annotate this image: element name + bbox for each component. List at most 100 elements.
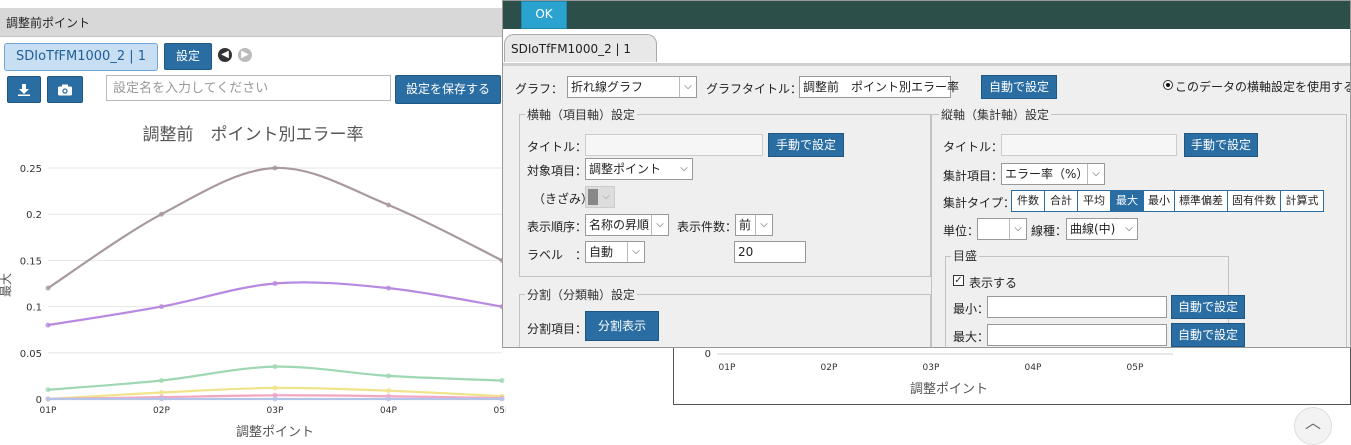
back-arrow-icon[interactable]: ◀ bbox=[218, 48, 232, 62]
modal-data-tab[interactable]: SDIoTfFM1000_2 | 1 bbox=[504, 34, 657, 62]
y-tick-label: 0.05 bbox=[20, 349, 42, 360]
x-interval-label: （きざみ） bbox=[533, 192, 594, 206]
x-interval-select[interactable]: ⌵ bbox=[585, 186, 615, 208]
x-order-select[interactable]: 名称の昇順 ⌵ bbox=[585, 214, 669, 236]
x-tick-label: 01P bbox=[40, 406, 57, 416]
x-target-select[interactable]: 調整ポイント ⌵ bbox=[585, 158, 693, 180]
agg-item-select[interactable]: エラー率（%） ⌵ bbox=[1001, 163, 1105, 185]
data-tab[interactable]: SDIoTfFM1000_2 | 1 bbox=[4, 43, 158, 71]
unit-label: 単位： bbox=[943, 224, 980, 238]
agg-type-option[interactable]: 固有件数 bbox=[1227, 190, 1281, 212]
x-count-number-input[interactable]: 20 bbox=[734, 241, 806, 263]
x-order-value: 名称の昇順 bbox=[589, 218, 650, 232]
chevron-down-icon: ⌵ bbox=[1009, 219, 1026, 239]
data-point bbox=[272, 165, 278, 171]
camera-button[interactable] bbox=[47, 76, 83, 103]
chevron-down-icon: ⌵ bbox=[755, 215, 772, 235]
scale-group-title: 目盛 bbox=[951, 247, 980, 264]
agg-type-option[interactable]: 件数 bbox=[1011, 190, 1045, 212]
chevron-down-icon: ⌵ bbox=[679, 77, 696, 97]
download-icon bbox=[18, 83, 30, 96]
agg-item-label: 集計項目： bbox=[943, 169, 1004, 183]
x-tick-label: 04P bbox=[380, 406, 397, 416]
x-tick-label: 02P bbox=[153, 406, 170, 416]
y-manual-set-button[interactable]: 手動で設定 bbox=[1184, 133, 1258, 157]
data-point bbox=[499, 396, 505, 402]
data-point bbox=[272, 281, 278, 286]
x-count-select[interactable]: 前 ⌵ bbox=[735, 214, 773, 236]
y-title-input[interactable] bbox=[1001, 134, 1177, 156]
agg-type-option[interactable]: 標準偏差 bbox=[1174, 190, 1228, 212]
graph-title-input[interactable]: 調整前 ポイント別エラー率 bbox=[799, 76, 959, 98]
data-point bbox=[499, 378, 505, 384]
agg-type-option[interactable]: 平均 bbox=[1077, 190, 1111, 212]
data-point bbox=[272, 396, 278, 402]
line-type-select[interactable]: 曲線(中) ⌵ bbox=[1066, 218, 1138, 240]
scale-max-input[interactable] bbox=[987, 324, 1167, 346]
x-label-label: ラベル ： bbox=[527, 248, 588, 262]
split-group-title: 分割（分類軸）設定 bbox=[525, 286, 638, 303]
x-axis-label: 調整ポイント bbox=[910, 382, 988, 397]
x-tick-label: 03P bbox=[923, 363, 940, 373]
chevron-down-icon: ⌵ bbox=[651, 215, 668, 235]
graph-type-value: 折れ線グラフ bbox=[571, 80, 644, 94]
x-order-label: 表示順序： bbox=[527, 220, 588, 234]
background-line-chart: 0 01P 02P 03P 04P 05P 調整ポイント bbox=[705, 349, 1173, 397]
modal-topbar: OK bbox=[503, 1, 1350, 29]
y-tick-label: 0.25 bbox=[20, 164, 42, 175]
interval-swatch bbox=[588, 189, 598, 205]
forward-arrow-icon[interactable]: ▶ bbox=[238, 48, 252, 62]
split-display-button[interactable]: 分割表示 bbox=[585, 311, 659, 341]
auto-set-title-button[interactable]: 自動で設定 bbox=[981, 75, 1057, 99]
x-target-value: 調整ポイント bbox=[589, 162, 662, 176]
chart-title: 調整前 ポイント別エラー率 bbox=[143, 125, 364, 145]
y-tick-label: 0 bbox=[36, 395, 42, 406]
x-tick-label: 03P bbox=[267, 406, 284, 416]
settings-button[interactable]: 設定 bbox=[164, 43, 212, 70]
data-point bbox=[272, 385, 278, 391]
y-axis-label: 最大 bbox=[0, 273, 13, 297]
x-label-select[interactable]: 自動 ⌵ bbox=[585, 241, 645, 263]
data-point bbox=[159, 304, 164, 310]
x-label-value: 自動 bbox=[589, 245, 614, 259]
panel-header: 調整前ポイント bbox=[0, 8, 506, 37]
agg-type-option[interactable]: 計算式 bbox=[1280, 190, 1324, 212]
agg-type-option[interactable]: 合計 bbox=[1044, 190, 1078, 212]
data-point bbox=[45, 396, 51, 402]
scale-min-auto-button[interactable]: 自動で設定 bbox=[1171, 295, 1245, 319]
x-tick-label: 04P bbox=[1025, 363, 1042, 373]
x-tick-label: 05P bbox=[1127, 363, 1144, 373]
x-count-label: 表示件数： bbox=[677, 220, 738, 234]
y-tick-label: 0.1 bbox=[26, 303, 42, 314]
scale-max-label: 最大： bbox=[953, 330, 990, 344]
scroll-top-button[interactable]: ︿ bbox=[1294, 407, 1332, 445]
scale-max-auto-button[interactable]: 自動で設定 bbox=[1171, 323, 1245, 347]
checkbox-checked-icon[interactable]: ✓ bbox=[953, 275, 964, 286]
settings-name-input[interactable] bbox=[106, 75, 391, 101]
x-manual-set-button[interactable]: 手動で設定 bbox=[768, 133, 844, 157]
agg-type-option[interactable]: 最大 bbox=[1110, 190, 1144, 212]
x-title-label: タイトル： bbox=[527, 140, 588, 154]
graph-title-label: グラフタイトル： bbox=[706, 82, 803, 96]
unit-select[interactable]: ⌵ bbox=[977, 218, 1027, 240]
chevron-up-icon: ︿ bbox=[1304, 413, 1321, 432]
left-panel: 調整前ポイント SDIoTfFM1000_2 | 1 設定 ◀ ▶ 設定を保存す… bbox=[0, 0, 506, 441]
ok-button[interactable]: OK bbox=[521, 1, 567, 29]
x-axis-label: 調整ポイント bbox=[236, 425, 314, 440]
x-title-input[interactable] bbox=[585, 134, 763, 156]
chevron-down-icon: ⌵ bbox=[598, 187, 614, 207]
data-point bbox=[45, 285, 51, 291]
data-point bbox=[159, 378, 164, 384]
radio-selected-icon[interactable] bbox=[1163, 80, 1173, 90]
show-scale-label: 表示する bbox=[969, 276, 1018, 290]
data-point bbox=[159, 390, 164, 396]
x-count-value: 前 bbox=[739, 218, 752, 232]
y-axis-group-title: 縦軸（集計軸）設定 bbox=[939, 106, 1052, 123]
scale-min-input[interactable] bbox=[987, 296, 1167, 318]
save-settings-button[interactable]: 設定を保存する bbox=[395, 75, 501, 104]
series-line bbox=[47, 281, 503, 327]
graph-type-select[interactable]: 折れ線グラフ ⌵ bbox=[567, 76, 697, 98]
download-button[interactable] bbox=[7, 76, 41, 103]
data-point bbox=[272, 364, 278, 370]
agg-type-option[interactable]: 最小 bbox=[1143, 190, 1175, 212]
